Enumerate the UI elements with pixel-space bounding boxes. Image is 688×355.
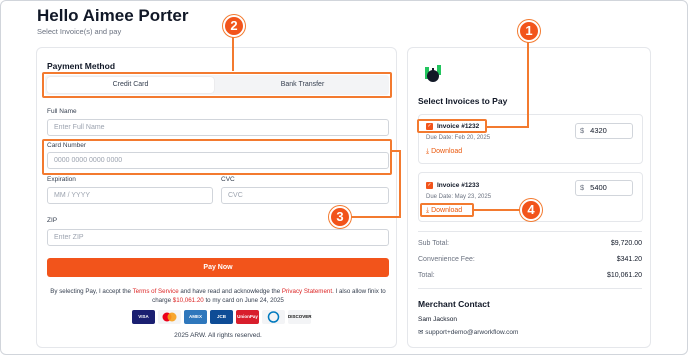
copyright: 2025 ARW. All rights reserved. xyxy=(174,332,262,339)
callout-badge-4: 4 xyxy=(520,199,542,221)
cvc-input[interactable]: CVC xyxy=(221,187,389,204)
subtotal-row: Sub Total: $9,720.00 xyxy=(418,240,642,247)
callout-3-connector xyxy=(349,216,401,218)
visa-icon: VISA xyxy=(132,310,155,324)
callout-badge-3: 3 xyxy=(329,206,351,228)
discover-icon: DISCOVER xyxy=(288,310,312,324)
diners-icon xyxy=(262,310,285,324)
currency-symbol: $ xyxy=(580,183,585,192)
total-value: $10,061.20 xyxy=(606,272,642,279)
payment-card: Payment Method Credit Card Bank Transfer… xyxy=(36,47,397,348)
unionpay-icon: UnionPay xyxy=(236,310,259,324)
full-name-input[interactable]: Enter Full Name xyxy=(47,119,389,136)
card-number-input[interactable]: 0000 0000 0000 0000 xyxy=(47,152,389,169)
callout-3-connector xyxy=(391,150,401,152)
merchant-email[interactable]: ✉ support+demo@arworkflow.com xyxy=(418,328,518,336)
amex-icon: AMEX xyxy=(184,310,207,324)
subtotal-label: Sub Total: xyxy=(418,240,450,247)
card-number-label: Card Number xyxy=(47,142,87,149)
invoice-card: Select Invoices to Pay ✓ Invoice #1232 D… xyxy=(407,47,651,348)
company-logo-icon xyxy=(425,65,441,82)
fee-value: $341.20 xyxy=(616,256,642,263)
currency-symbol: $ xyxy=(580,126,585,135)
callout-1-connector xyxy=(486,126,529,128)
expiration-label: Expiration xyxy=(47,176,76,183)
terms-middle: and have read and acknowledge the xyxy=(178,288,282,295)
full-name-label: Full Name xyxy=(47,108,77,115)
merchant-email-text: support+demo@arworkflow.com xyxy=(425,329,519,336)
mastercard-icon xyxy=(158,310,181,324)
callout-4-connector xyxy=(474,209,521,211)
amount-value: 5400 xyxy=(590,183,607,192)
page-title: Hello Aimee Porter xyxy=(37,6,189,25)
invoice-checkbox-highlight xyxy=(417,119,487,133)
total-label: Total: xyxy=(418,272,435,279)
invoice-1232-download[interactable]: ⤓ Download xyxy=(426,148,462,156)
download-icon: ⤓ xyxy=(426,148,430,155)
charge-amount: $10,061.20 xyxy=(172,297,204,304)
divider xyxy=(418,231,642,232)
terms-prefix: By selecting Pay, I accept the xyxy=(50,288,133,295)
subtotal-value: $9,720.00 xyxy=(610,240,642,247)
merchant-name: Sam Jackson xyxy=(418,316,458,323)
terms-end: to my card on June 24, 2025 xyxy=(203,297,284,304)
privacy-statement-link[interactable]: Privacy Statement xyxy=(282,288,332,295)
invoice-1232-due-date: Due Date: Feb 20, 2025 xyxy=(426,135,491,141)
divider xyxy=(418,288,642,289)
select-invoices-title: Select Invoices to Pay xyxy=(418,96,508,106)
download-label: Download xyxy=(431,148,463,155)
terms-text: By selecting Pay, I accept the Terms of … xyxy=(47,287,389,305)
fee-row: Convenience Fee: $341.20 xyxy=(418,256,642,263)
tab-bank-transfer[interactable]: Bank Transfer xyxy=(218,77,387,93)
page-subtitle: Select Invoice(s) and pay xyxy=(37,27,122,36)
payment-tabs: Credit Card Bank Transfer xyxy=(45,75,389,95)
invoice-1233-name: Invoice #1233 xyxy=(437,182,480,189)
mail-icon: ✉ xyxy=(418,329,424,336)
callout-3-connector xyxy=(399,150,401,218)
terms-of-service-link[interactable]: Terms of Service xyxy=(133,288,179,295)
zip-input[interactable]: Enter ZIP xyxy=(47,229,389,246)
invoice-1233-due-date: Due Date: May 23, 2025 xyxy=(426,194,492,200)
total-row: Total: $10,061.20 xyxy=(418,272,642,279)
fee-label: Convenience Fee: xyxy=(418,256,475,263)
invoice-1233-amount-input[interactable]: $5400 xyxy=(575,180,633,196)
pay-now-button[interactable]: Pay Now xyxy=(47,258,389,277)
invoice-1233-checkbox[interactable]: ✓ xyxy=(426,182,433,189)
expiration-input[interactable]: MM / YYYY xyxy=(47,187,213,204)
amount-value: 4320 xyxy=(590,126,607,135)
cvc-label: CVC xyxy=(221,176,235,183)
jcb-icon: JCB xyxy=(210,310,233,324)
download-highlight xyxy=(420,203,474,217)
invoice-1232-amount-input[interactable]: $4320 xyxy=(575,123,633,139)
card-brand-logos: VISA AMEX JCB UnionPay DISCOVER xyxy=(132,310,312,325)
callout-1-connector xyxy=(527,40,529,126)
merchant-contact-title: Merchant Contact xyxy=(418,299,490,309)
payment-method-title: Payment Method xyxy=(47,61,116,71)
tab-credit-card[interactable]: Credit Card xyxy=(47,77,214,93)
callout-badge-2: 2 xyxy=(223,15,245,37)
callout-2-connector xyxy=(232,34,234,71)
zip-label: ZIP xyxy=(47,217,58,224)
callout-badge-1: 1 xyxy=(518,20,540,42)
